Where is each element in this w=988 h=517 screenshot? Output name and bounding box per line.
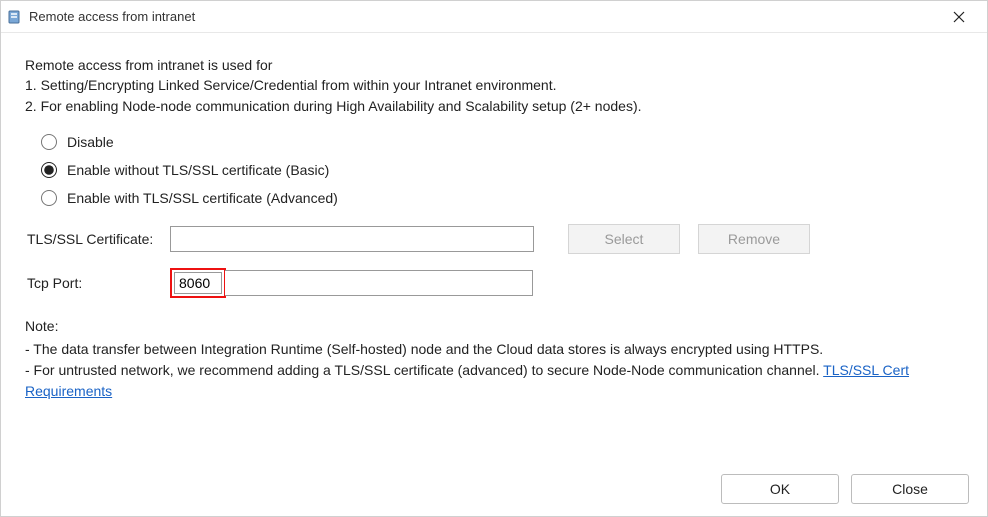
dialog-content: Remote access from intranet is used for … xyxy=(1,33,987,412)
close-button[interactable] xyxy=(939,3,979,31)
note-line1: - The data transfer between Integration … xyxy=(25,339,963,360)
radio-disable-label: Disable xyxy=(67,134,114,150)
note-line2: - For untrusted network, we recommend ad… xyxy=(25,360,963,402)
app-icon xyxy=(7,9,23,25)
intro-line2: 2. For enabling Node-node communication … xyxy=(25,96,963,116)
close-dialog-button[interactable]: Close xyxy=(851,474,969,504)
port-highlight xyxy=(170,268,226,298)
note-block: Note: - The data transfer between Integr… xyxy=(25,316,963,402)
radio-enable-advanced[interactable]: Enable with TLS/SSL certificate (Advance… xyxy=(41,190,963,206)
radio-enable-advanced-input[interactable] xyxy=(41,190,57,206)
port-extra-field xyxy=(225,270,533,296)
radio-disable-input[interactable] xyxy=(41,134,57,150)
intro-text: Remote access from intranet is used for … xyxy=(25,55,963,116)
dialog-footer: OK Close xyxy=(721,474,969,504)
cert-row: TLS/SSL Certificate: Select Remove xyxy=(25,224,963,254)
intro-lead: Remote access from intranet is used for xyxy=(25,55,963,75)
close-icon xyxy=(953,11,965,23)
note-title: Note: xyxy=(25,316,963,337)
radio-group: Disable Enable without TLS/SSL certifica… xyxy=(25,134,963,206)
port-row: Tcp Port: xyxy=(25,268,963,298)
intro-line1: 1. Setting/Encrypting Linked Service/Cre… xyxy=(25,75,963,95)
radio-disable[interactable]: Disable xyxy=(41,134,963,150)
cert-label: TLS/SSL Certificate: xyxy=(25,231,170,247)
remove-cert-button[interactable]: Remove xyxy=(698,224,810,254)
note-line2-text: - For untrusted network, we recommend ad… xyxy=(25,362,823,378)
select-cert-button[interactable]: Select xyxy=(568,224,680,254)
titlebar: Remote access from intranet xyxy=(1,1,987,33)
radio-enable-basic-label: Enable without TLS/SSL certificate (Basi… xyxy=(67,162,329,178)
cert-buttons: Select Remove xyxy=(568,224,810,254)
port-label: Tcp Port: xyxy=(25,275,170,291)
ok-button[interactable]: OK xyxy=(721,474,839,504)
window-title: Remote access from intranet xyxy=(29,9,939,24)
radio-enable-advanced-label: Enable with TLS/SSL certificate (Advance… xyxy=(67,190,338,206)
radio-enable-basic[interactable]: Enable without TLS/SSL certificate (Basi… xyxy=(41,162,963,178)
radio-enable-basic-input[interactable] xyxy=(41,162,57,178)
cert-input[interactable] xyxy=(170,226,534,252)
tcp-port-input[interactable] xyxy=(174,272,222,294)
